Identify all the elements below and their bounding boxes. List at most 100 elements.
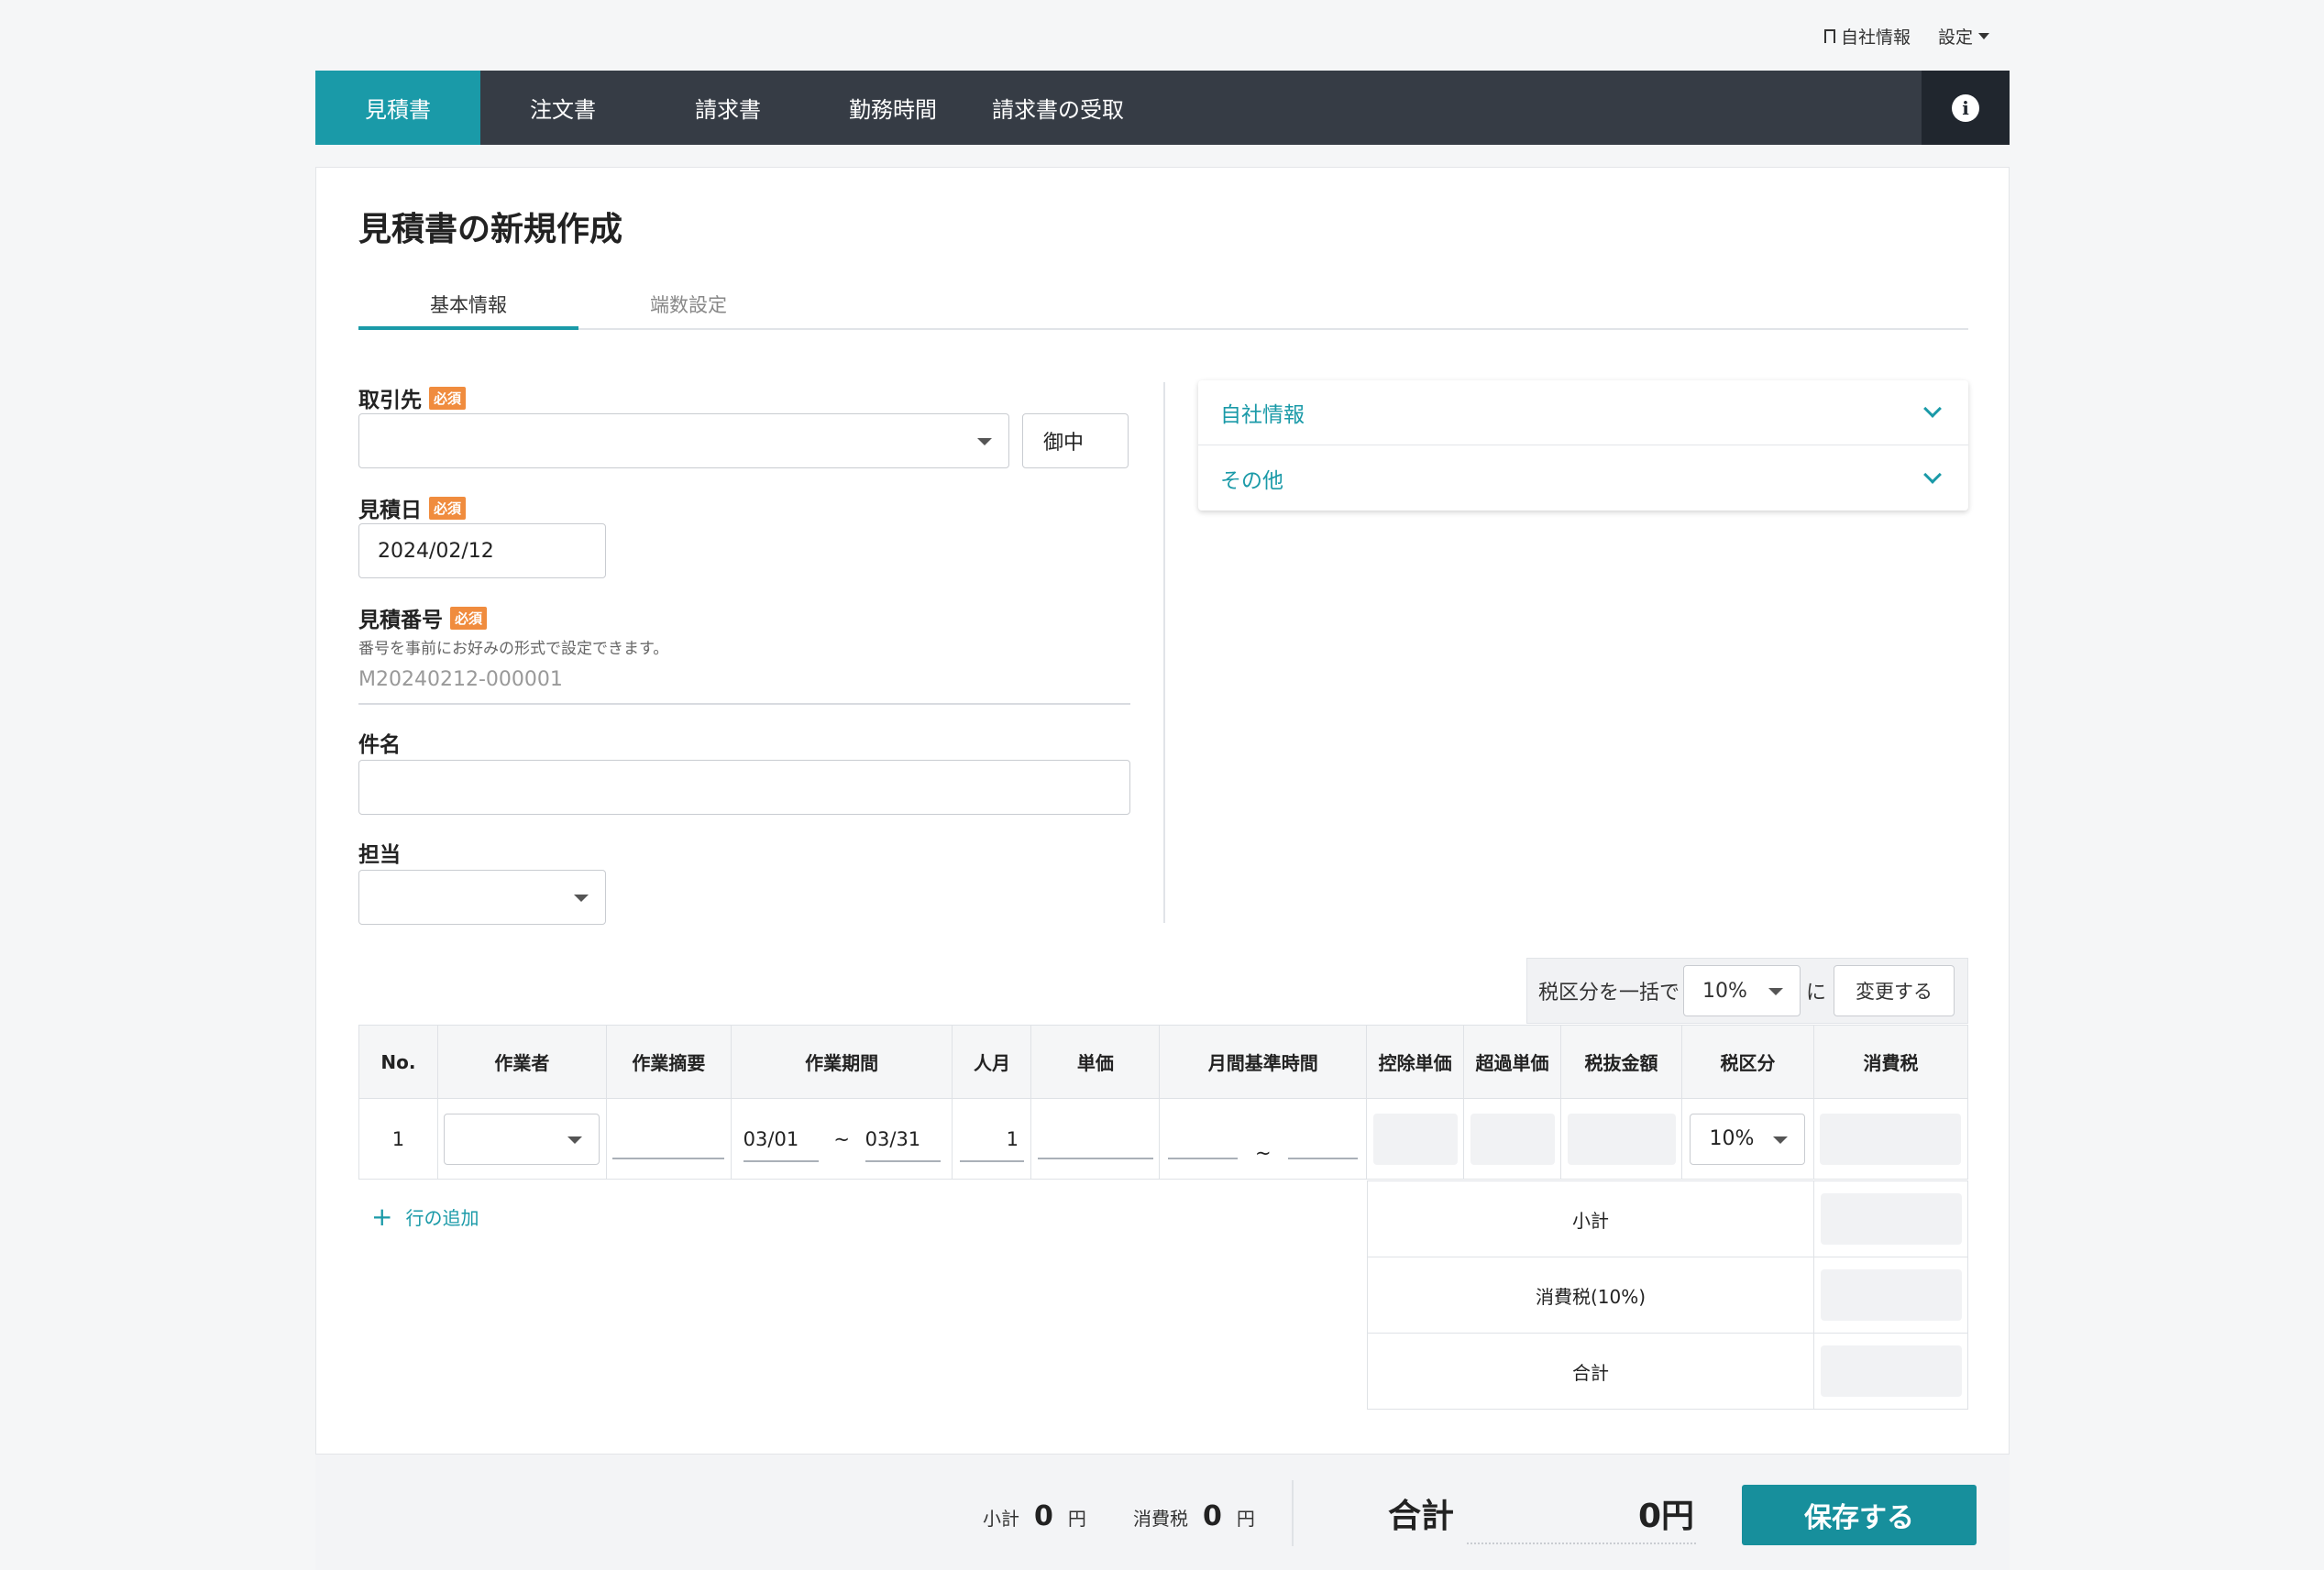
unit-price-cell xyxy=(1030,1098,1161,1180)
hours-min-input[interactable] xyxy=(1168,1114,1239,1159)
subject-label-text: 件名 xyxy=(358,733,401,757)
period-separator: ~ xyxy=(833,1127,850,1150)
col-deduction-price: 控除単価 xyxy=(1366,1025,1465,1099)
hours-separator: ~ xyxy=(1254,1142,1272,1164)
sub-tabs: 基本情報 端数設定 xyxy=(358,287,1968,330)
col-unit-price: 単価 xyxy=(1030,1025,1161,1099)
accordion-company-info-label: 自社情報 xyxy=(1220,403,1305,427)
assignee-select[interactable] xyxy=(358,870,606,925)
estimate-number-label-text: 見積番号 xyxy=(358,609,443,632)
summary-input[interactable] xyxy=(612,1114,725,1159)
pre-tax-amount-cell xyxy=(1560,1098,1682,1180)
man-month-cell: 1 xyxy=(952,1098,1032,1180)
col-excess-price: 超過単価 xyxy=(1463,1025,1562,1099)
accordion-company-info[interactable]: 自社情報 xyxy=(1198,380,1968,445)
col-pre-tax-amount: 税抜金額 xyxy=(1560,1025,1682,1099)
company-info-link[interactable]: 自社情報 xyxy=(1823,24,1911,49)
client-select[interactable] xyxy=(358,413,1009,468)
pre-tax-amount-value xyxy=(1567,1113,1676,1165)
page-title: 見積書の新規作成 xyxy=(358,211,623,248)
estimate-number-hint: 番号を事前にお好みの形式で設定できます。 xyxy=(358,640,669,658)
col-no: No. xyxy=(358,1025,438,1099)
caret-down-icon xyxy=(1768,988,1784,995)
footer-tax-value: 0 xyxy=(1203,1500,1222,1532)
nav-tab-work-hours[interactable]: 勤務時間 xyxy=(810,71,975,145)
summary-row-total: 合計 xyxy=(1367,1333,1968,1410)
tab-basic-info[interactable]: 基本情報 xyxy=(358,287,578,330)
summary-row-subtotal: 小計 xyxy=(1367,1180,1968,1257)
consumption-tax-cell xyxy=(1812,1098,1969,1180)
settings-menu[interactable]: 設定 xyxy=(1938,24,1989,49)
man-month-input[interactable]: 1 xyxy=(959,1116,1024,1162)
summary-subtotal-value xyxy=(1820,1193,1962,1245)
table-header-row: No. 作業者 作業摘要 作業期間 人月 単価 月間基準時間 控除単価 超過単価… xyxy=(358,1025,1969,1099)
summary-total-label: 合計 xyxy=(1367,1333,1814,1410)
period-end-input[interactable]: 03/31 xyxy=(865,1116,941,1162)
footer-tax-label: 消費税 xyxy=(1133,1508,1188,1530)
add-row-button[interactable]: + 行の追加 xyxy=(371,1203,479,1230)
excess-price-value xyxy=(1470,1113,1555,1165)
footer-subtotal-label: 小計 xyxy=(983,1508,1019,1530)
period-start-input[interactable]: 03/01 xyxy=(743,1116,819,1162)
assignee-label-text: 担当 xyxy=(358,843,401,867)
chevron-down-icon xyxy=(1923,465,1942,484)
footer-subtotal-value: 0 xyxy=(1034,1500,1053,1532)
bulk-tax-change-button[interactable]: 変更する xyxy=(1834,965,1955,1016)
col-worker: 作業者 xyxy=(436,1025,607,1099)
bulk-tax-select[interactable]: 10% xyxy=(1683,965,1801,1016)
honorific-button[interactable]: 御中 xyxy=(1022,413,1129,468)
worker-select[interactable] xyxy=(444,1113,600,1165)
summary-tax-value xyxy=(1820,1269,1962,1321)
nav-tab-invoice[interactable]: 請求書 xyxy=(645,71,810,145)
caret-down-icon xyxy=(977,438,992,445)
estimate-date-label-text: 見積日 xyxy=(358,499,422,522)
col-period: 作業期間 xyxy=(730,1025,953,1099)
caret-down-icon xyxy=(567,1136,583,1144)
excess-price-cell xyxy=(1463,1098,1562,1180)
chevron-down-icon xyxy=(1923,400,1942,418)
tax-class-cell: 10% xyxy=(1681,1098,1814,1180)
footer-total-value: 0円 xyxy=(1467,1489,1696,1544)
tax-class-select[interactable]: 10% xyxy=(1690,1113,1806,1165)
add-row-label: 行の追加 xyxy=(405,1207,479,1229)
bulk-tax-prefix: 税区分を一括で xyxy=(1538,982,1680,1005)
plus-icon: + xyxy=(371,1201,393,1232)
tax-class-value: 10% xyxy=(1709,1127,1755,1150)
tab-rounding-settings[interactable]: 端数設定 xyxy=(578,287,799,330)
subject-input[interactable] xyxy=(358,760,1130,815)
info-button[interactable]: i xyxy=(1922,71,2010,145)
summary-row-tax: 消費税(10%) xyxy=(1367,1257,1968,1334)
accordion: 自社情報 その他 xyxy=(1198,380,1968,511)
divider xyxy=(358,703,1130,705)
top-bar: 自社情報 設定 xyxy=(284,0,2026,73)
accordion-other[interactable]: その他 xyxy=(1198,445,1968,511)
save-button[interactable]: 保存する xyxy=(1742,1485,1977,1545)
estimate-number-value: M20240212-000001 xyxy=(358,668,563,691)
row-number: 1 xyxy=(358,1098,438,1180)
top-links: 自社情報 設定 xyxy=(1823,24,1989,49)
footer-divider xyxy=(1292,1480,1294,1546)
nav-tab-estimate[interactable]: 見積書 xyxy=(315,71,480,145)
client-label: 取引先 必須 xyxy=(358,382,467,413)
worker-cell xyxy=(436,1098,607,1180)
bulk-tax-value: 10% xyxy=(1702,979,1747,1003)
summary-total-value xyxy=(1820,1345,1962,1397)
footer-total-label: 合計 xyxy=(1388,1498,1455,1535)
client-label-text: 取引先 xyxy=(358,389,422,412)
table-row: 1 03/01 ~ 03/31 1 ~ 10% xyxy=(358,1098,1969,1180)
summary-subtotal-cell xyxy=(1813,1180,1968,1257)
estimate-date-input[interactable]: 2024/02/12 xyxy=(358,523,606,578)
nav-tab-order[interactable]: 注文書 xyxy=(480,71,645,145)
deduction-price-value xyxy=(1372,1113,1458,1165)
footer-subtotal-unit: 円 xyxy=(1067,1508,1086,1530)
nav-tab-invoice-receipt[interactable]: 請求書の受取 xyxy=(975,71,1140,145)
unit-price-input[interactable] xyxy=(1037,1114,1153,1159)
bulk-tax-suffix: に xyxy=(1806,982,1827,1005)
caret-down-icon xyxy=(1978,33,1989,39)
hours-max-input[interactable] xyxy=(1288,1114,1359,1159)
assignee-label: 担当 xyxy=(358,837,401,868)
col-man-month: 人月 xyxy=(952,1025,1032,1099)
summary-subtotal-label: 小計 xyxy=(1367,1180,1814,1257)
summary-total-cell xyxy=(1813,1333,1968,1410)
estimate-number-label: 見積番号 必須 xyxy=(358,602,488,633)
